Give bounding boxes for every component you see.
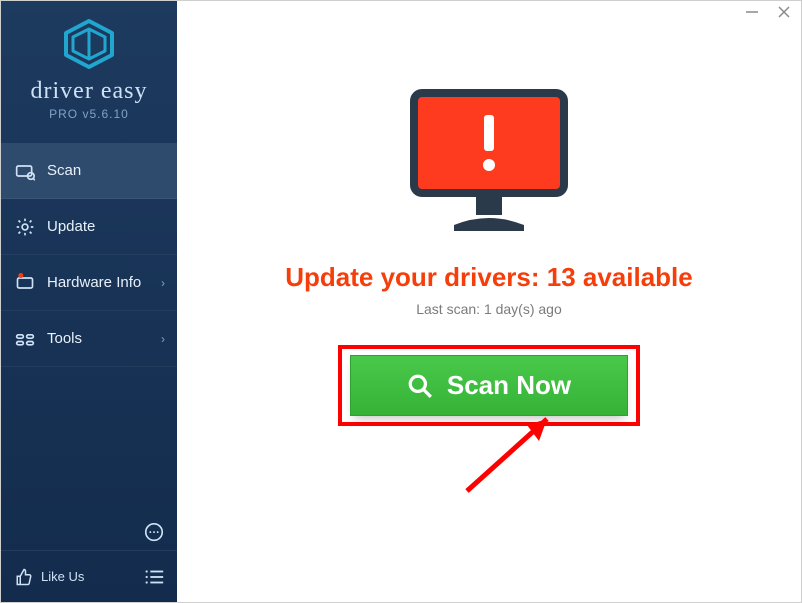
close-button[interactable]	[775, 5, 793, 24]
sidebar-bottom: Like Us	[1, 550, 177, 602]
sidebar-item-label: Scan	[47, 162, 81, 179]
sidebar-item-label: Hardware Info	[47, 274, 141, 291]
scan-now-label: Scan Now	[447, 370, 571, 401]
feedback-icon[interactable]	[143, 522, 165, 544]
brand-name: driver easy	[1, 78, 177, 105]
scan-highlight-frame: Scan Now	[338, 345, 640, 426]
brand-version: PRO v5.6.10	[1, 107, 177, 121]
chevron-right-icon: ›	[161, 276, 165, 290]
sidebar-item-tools[interactable]: Tools ›	[1, 311, 177, 367]
scan-icon	[15, 161, 35, 181]
update-headline: Update your drivers: 13 available	[285, 262, 693, 293]
gear-icon	[15, 217, 35, 237]
minimize-button[interactable]	[743, 5, 761, 24]
brand-block: driver easy PRO v5.6.10	[1, 1, 177, 131]
window-controls	[743, 5, 793, 24]
like-us-label: Like Us	[41, 569, 84, 584]
sidebar-item-label: Tools	[47, 330, 82, 347]
menu-list-icon[interactable]	[143, 566, 165, 588]
brand-logo-icon	[62, 56, 116, 73]
app-window: driver easy PRO v5.6.10 Scan	[0, 0, 802, 603]
sidebar-item-update[interactable]: Update	[1, 199, 177, 255]
hardware-icon	[15, 273, 35, 293]
main-panel: Update your drivers: 13 available Last s…	[177, 1, 801, 602]
magnifier-icon	[407, 373, 433, 399]
last-scan-text: Last scan: 1 day(s) ago	[416, 301, 562, 317]
alert-monitor-icon	[404, 85, 574, 240]
sidebar: driver easy PRO v5.6.10 Scan	[1, 1, 177, 602]
sidebar-item-label: Update	[47, 218, 95, 235]
sidebar-item-scan[interactable]: Scan	[1, 143, 177, 199]
scan-now-button[interactable]: Scan Now	[350, 355, 628, 416]
sidebar-item-hardware-info[interactable]: Hardware Info ›	[1, 255, 177, 311]
like-us-button[interactable]: Like Us	[15, 568, 84, 586]
tools-icon	[15, 329, 35, 349]
sidebar-nav: Scan Update Hardware I	[1, 143, 177, 367]
thumbs-up-icon	[15, 568, 33, 586]
chevron-right-icon: ›	[161, 332, 165, 346]
